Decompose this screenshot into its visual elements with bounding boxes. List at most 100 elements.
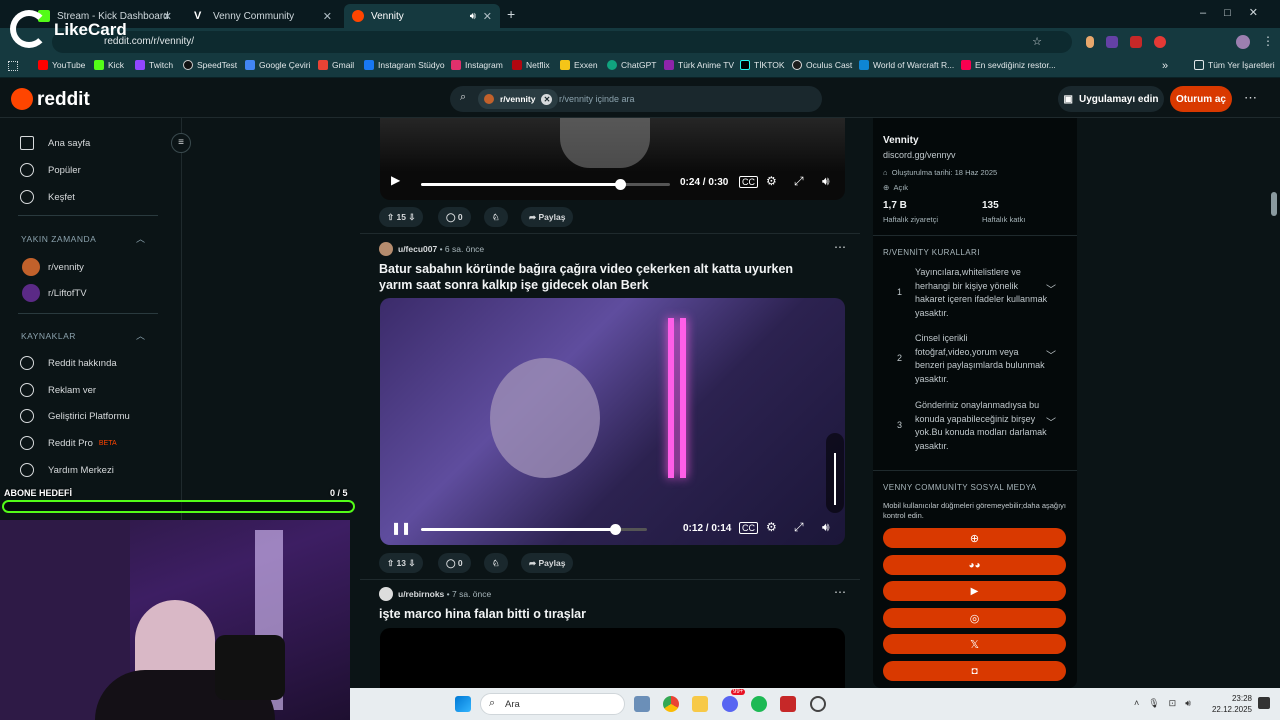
user-avatar[interactable]	[379, 587, 393, 601]
bookmark-kick[interactable]: Kick	[94, 60, 124, 70]
bookmark-tiktok[interactable]: TİKTOK	[740, 60, 785, 70]
video-player[interactable]: ▶ 0:24 / 0:30 CC ⚙ ⤢ 🔊︎	[380, 118, 845, 200]
app-icon[interactable]	[810, 696, 826, 712]
share-button[interactable]: ➦ Paylaş	[521, 207, 574, 227]
nav-r-liftoftv[interactable]: r/LiftofTV	[22, 284, 87, 302]
menu-icon[interactable]: ⋮	[1262, 34, 1274, 48]
more-bookmarks-icon[interactable]: »	[1162, 60, 1168, 72]
volume-icon[interactable]: 🔊︎	[822, 520, 830, 535]
seek-bar[interactable]	[421, 179, 670, 190]
extension-icon[interactable]	[1154, 36, 1166, 48]
bookmark-gmail[interactable]: Gmail	[318, 60, 354, 70]
chrome-icon[interactable]	[663, 696, 679, 712]
nav-popular[interactable]: Popüler	[20, 163, 81, 177]
award-button[interactable]: ♘	[484, 207, 508, 227]
search-scope-chip[interactable]: r/vennity ✕	[478, 89, 559, 109]
seek-bar[interactable]	[421, 524, 647, 535]
speaker-icon[interactable]: 🔊︎	[470, 11, 476, 22]
bookmark-instagram-studyo[interactable]: Instagram Stüdyo	[364, 60, 445, 70]
bookmark-youtube[interactable]: YouTube	[38, 60, 85, 70]
nav-developer-platform[interactable]: Geliştirici Platformu	[20, 409, 130, 423]
app-icon[interactable]	[780, 696, 796, 712]
star-icon[interactable]: ☆	[1032, 35, 1042, 48]
fullscreen-icon[interactable]: ⤢	[794, 520, 804, 535]
volume-icon[interactable]: 🔊︎	[822, 174, 830, 189]
windows-start-icon[interactable]	[455, 696, 471, 712]
share-button[interactable]: ➦ Paylaş	[521, 553, 574, 573]
volume-slider[interactable]	[826, 433, 844, 513]
spotify-icon[interactable]	[751, 696, 767, 712]
fullscreen-icon[interactable]: ⤢	[794, 174, 804, 189]
clock-time[interactable]: 23:28	[1212, 694, 1252, 703]
vote-control[interactable]: ⇧ 13 ⇩	[379, 553, 424, 573]
nav-advertise[interactable]: Reklam ver	[20, 383, 96, 397]
pause-button[interactable]: ❚❚	[391, 521, 411, 535]
discord-icon[interactable]: 99+	[722, 689, 746, 712]
new-tab-button[interactable]: +	[507, 6, 515, 22]
profile-avatar[interactable]	[1236, 35, 1250, 49]
nav-home[interactable]: Ana sayfa	[20, 136, 90, 150]
rule-item[interactable]: 1 Yayıncılara,whitelistlere ve herhangi b…	[883, 266, 1068, 322]
nav-about-reddit[interactable]: Reddit hakkında	[20, 356, 117, 370]
bookmark-instagram[interactable]: Instagram	[451, 60, 503, 70]
notification-icon[interactable]	[1258, 697, 1270, 709]
bookmark-chatgpt[interactable]: ChatGPT	[607, 60, 656, 70]
user-avatar[interactable]	[379, 242, 393, 256]
social-x-button[interactable]: 𝕏	[883, 634, 1066, 654]
bookmark-exxen[interactable]: Exxen	[560, 60, 598, 70]
bookmark-twitch[interactable]: Twitch	[135, 60, 173, 70]
apps-icon[interactable]	[8, 61, 18, 71]
captions-icon[interactable]: CC	[739, 176, 758, 188]
login-button[interactable]: Oturum aç	[1170, 86, 1232, 112]
more-options-icon[interactable]: ⋯	[1244, 90, 1257, 106]
social-instagram-button[interactable]: ◎	[883, 608, 1066, 628]
reddit-logo-text[interactable]: reddit	[37, 89, 90, 111]
settings-icon[interactable]: ⚙	[766, 174, 777, 188]
comments-button[interactable]: ◯ 0	[438, 207, 471, 227]
bookmark-restaurant[interactable]: En sevdiğiniz restor...	[961, 60, 1056, 70]
extension-icon[interactable]	[1086, 36, 1094, 48]
post-options-icon[interactable]: ⋯	[834, 240, 846, 254]
rule-item[interactable]: 3 Gönderiniz onaylanmadıysa bu konuda yap…	[883, 399, 1068, 455]
extension-icon[interactable]	[1106, 36, 1118, 48]
app-icon[interactable]	[634, 696, 650, 712]
nav-explore[interactable]: Keşfet	[20, 190, 75, 204]
social-twitch-button[interactable]: ◘	[883, 661, 1066, 681]
search-bar[interactable]: ⌕ r/vennity ✕ r/vennity içinde ara	[450, 86, 822, 112]
comments-button[interactable]: ◯ 0	[438, 553, 471, 573]
tab-venny-community[interactable]: V Venny Community ✕	[186, 4, 340, 28]
bookmark-turk-anime-tv[interactable]: Türk Anime TV	[664, 60, 734, 70]
chevron-up-icon[interactable]: ︿	[136, 232, 145, 245]
resources-section-title[interactable]: KAYNAKLAR	[21, 331, 76, 341]
social-website-button[interactable]: ⊕	[883, 528, 1066, 548]
clear-scope-icon[interactable]: ✕	[541, 93, 553, 105]
community-discord-link[interactable]: discord.gg/vennyv	[883, 150, 956, 160]
settings-icon[interactable]: ⚙	[766, 520, 777, 534]
bookmark-world-of-warcraft[interactable]: World of Warcraft R...	[859, 60, 954, 70]
captions-icon[interactable]: CC	[739, 522, 758, 534]
close-tab-icon[interactable]: ✕	[163, 10, 172, 23]
video-player[interactable]: ❚❚ 0:12 / 0:14 CC ⚙ ⤢ 🔊︎	[380, 298, 845, 545]
bookmark-speedtest[interactable]: SpeedTest	[183, 60, 237, 70]
taskbar-search[interactable]: ⌕ Ara	[480, 693, 625, 715]
collapse-nav-icon[interactable]: ≡	[171, 133, 191, 153]
file-explorer-icon[interactable]	[692, 696, 708, 712]
chevron-up-icon[interactable]: ︿	[136, 329, 145, 342]
reddit-logo-icon[interactable]	[11, 88, 33, 110]
extension-icon[interactable]	[1130, 36, 1142, 48]
url-field[interactable]: reddit.com/r/vennity/ ☆	[52, 31, 1072, 53]
window-controls[interactable]: –□✕	[1200, 6, 1276, 19]
post-options-icon[interactable]: ⋯	[834, 585, 846, 599]
play-button[interactable]: ▶	[391, 173, 400, 187]
bookmark-google-ceviri[interactable]: Google Çeviri	[245, 60, 311, 70]
close-tab-icon[interactable]: ✕	[483, 10, 492, 23]
close-tab-icon[interactable]: ✕	[323, 10, 332, 23]
social-discord-button[interactable]: ◕◕	[883, 555, 1066, 575]
clock-date[interactable]: 22.12.2025	[1198, 705, 1252, 714]
vote-control[interactable]: ⇧ 15 ⇩	[379, 207, 424, 227]
nav-reddit-pro[interactable]: Reddit Pro BETA	[20, 436, 117, 450]
tab-vennity[interactable]: Vennity 🔊︎ ✕	[344, 4, 500, 28]
nav-help-center[interactable]: Yardım Merkezi	[20, 463, 114, 477]
post-author[interactable]: u/rebirnoks	[398, 589, 444, 599]
rule-item[interactable]: 2 Cinsel içerikli fotoğraf,video,yorum ve…	[883, 332, 1068, 388]
